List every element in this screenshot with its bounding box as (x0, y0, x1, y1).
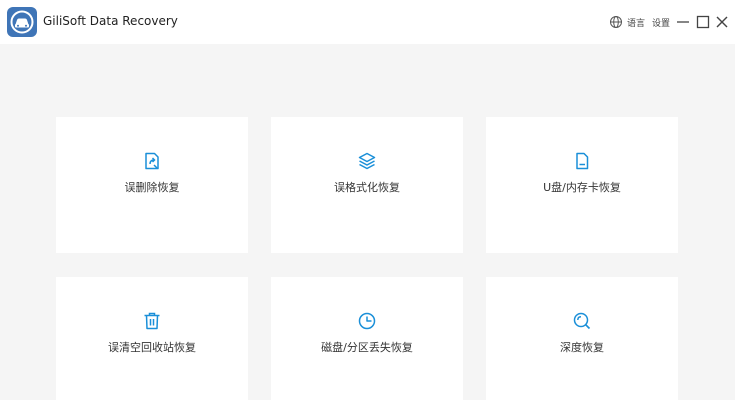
maximize-icon[interactable] (696, 15, 710, 29)
mode-card-label: U盘/内存卡恢复 (543, 181, 621, 194)
mode-card-label: 深度恢复 (560, 341, 604, 354)
app-title: GiliSoft Data Recovery (43, 14, 178, 28)
app-logo-icon (7, 7, 37, 37)
title-bar: GiliSoft Data Recovery 语言 设置 (0, 0, 735, 44)
pie-chart-icon (358, 312, 376, 330)
close-icon[interactable] (715, 15, 729, 29)
language-button[interactable]: 语言 (627, 16, 645, 29)
mode-card-label: 磁盘/分区丢失恢复 (321, 341, 413, 354)
mode-card-label: 误删除恢复 (124, 181, 180, 194)
globe-icon[interactable] (609, 15, 623, 29)
sd-card-icon (576, 152, 589, 170)
mode-card-format-recovery[interactable]: 误格式化恢复 (271, 117, 463, 253)
minimize-icon[interactable] (676, 15, 690, 29)
magnifier-icon (573, 312, 591, 330)
trash-icon (144, 312, 160, 330)
layers-icon (358, 152, 376, 170)
file-restore-icon (145, 152, 159, 170)
mode-card-label: 误清空回收站恢复 (108, 341, 196, 354)
mode-card-deleted-recovery[interactable]: 误删除恢复 (56, 117, 248, 253)
mode-card-partition-recovery[interactable]: 磁盘/分区丢失恢复 (271, 277, 463, 400)
mode-card-recycle-bin-recovery[interactable]: 误清空回收站恢复 (56, 277, 248, 400)
mode-card-deep-recovery[interactable]: 深度恢复 (486, 277, 678, 400)
mode-card-usb-card-recovery[interactable]: U盘/内存卡恢复 (486, 117, 678, 253)
mode-card-label: 误格式化恢复 (334, 181, 400, 194)
settings-button[interactable]: 设置 (652, 16, 670, 29)
